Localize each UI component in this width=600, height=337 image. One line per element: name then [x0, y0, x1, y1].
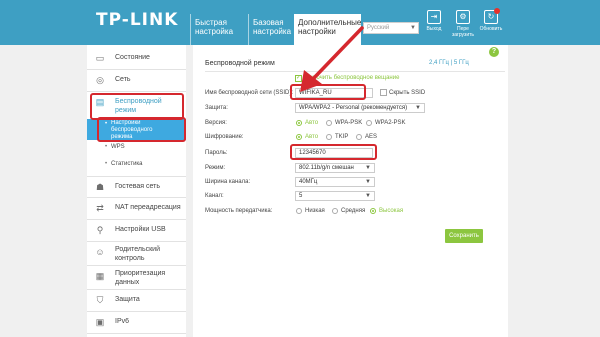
red-arrow-annotation	[300, 26, 364, 92]
arrow-shaft	[310, 26, 364, 82]
